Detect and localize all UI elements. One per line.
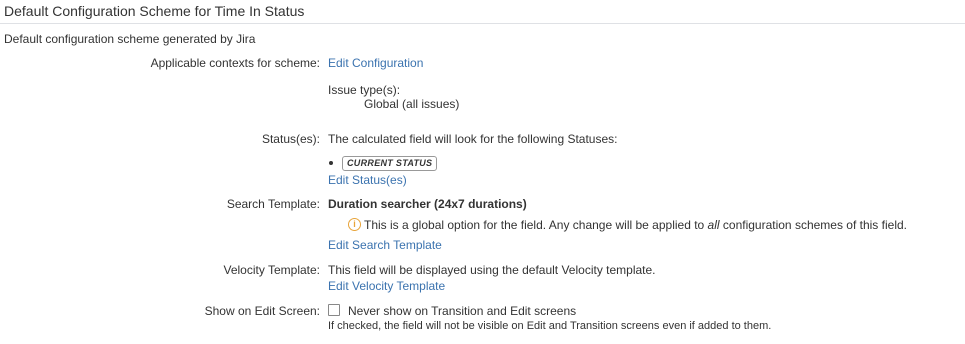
contexts-label: Applicable contexts for scheme: — [150, 56, 320, 70]
edit-screen-block: Never show on Transition and Edit screen… — [328, 304, 771, 332]
bullet-icon — [329, 161, 333, 165]
velocity-template-block: This field will be displayed using the d… — [328, 263, 656, 293]
title-divider — [0, 23, 965, 24]
never-show-option: Never show on Transition and Edit screen… — [328, 304, 771, 318]
edit-screen-label: Show on Edit Screen: — [204, 304, 320, 318]
status-list-item: CURRENT STATUS — [328, 155, 438, 173]
search-template-edit-block: Edit Search Template — [328, 238, 442, 252]
warning-text-emphasis: all — [707, 218, 720, 232]
velocity-template-text: This field will be displayed using the d… — [328, 263, 656, 277]
warning-text-before: This is a global option for the field. A… — [364, 218, 708, 232]
search-template-value: Duration searcher (24x7 durations) — [328, 197, 527, 211]
contexts-value: Edit Configuration — [328, 56, 423, 70]
status-list: CURRENT STATUS — [328, 155, 438, 173]
issue-types-value: Global (all issues) — [364, 97, 460, 111]
field-configuration-page: Default Configuration Scheme for Time In… — [0, 0, 965, 344]
status-list-block: CURRENT STATUS Edit Status(es) — [328, 155, 438, 187]
statuses-label: Status(es): — [261, 132, 320, 146]
never-show-checkbox[interactable] — [328, 304, 340, 316]
never-show-checkbox-label[interactable]: Never show on Transition and Edit screen… — [348, 304, 576, 318]
issue-types-label: Issue type(s): — [328, 83, 401, 97]
status-lozenge: CURRENT STATUS — [342, 156, 438, 171]
edit-velocity-template-link[interactable]: Edit Velocity Template — [328, 279, 445, 293]
warning-text-after: configuration schemes of this field. — [719, 218, 907, 232]
velocity-template-label: Velocity Template: — [223, 263, 321, 277]
edit-statuses-link[interactable]: Edit Status(es) — [328, 173, 407, 187]
global-option-warning: i This is a global option for the field. … — [346, 218, 907, 232]
issue-types-block: Issue type(s): Global (all issues) — [328, 83, 459, 111]
info-icon: i — [348, 218, 361, 231]
scheme-description: Default configuration scheme generated b… — [4, 32, 256, 46]
edit-configuration-link[interactable]: Edit Configuration — [328, 56, 423, 70]
edit-screen-help-text: If checked, the field will not be visibl… — [328, 320, 772, 332]
statuses-intro: The calculated field will look for the f… — [328, 132, 618, 146]
scheme-title: Default Configuration Scheme for Time In… — [4, 3, 305, 19]
search-template-info: i This is a global option for the field. … — [346, 218, 907, 232]
search-template-label: Search Template: — [226, 197, 320, 211]
edit-search-template-link[interactable]: Edit Search Template — [328, 238, 442, 252]
